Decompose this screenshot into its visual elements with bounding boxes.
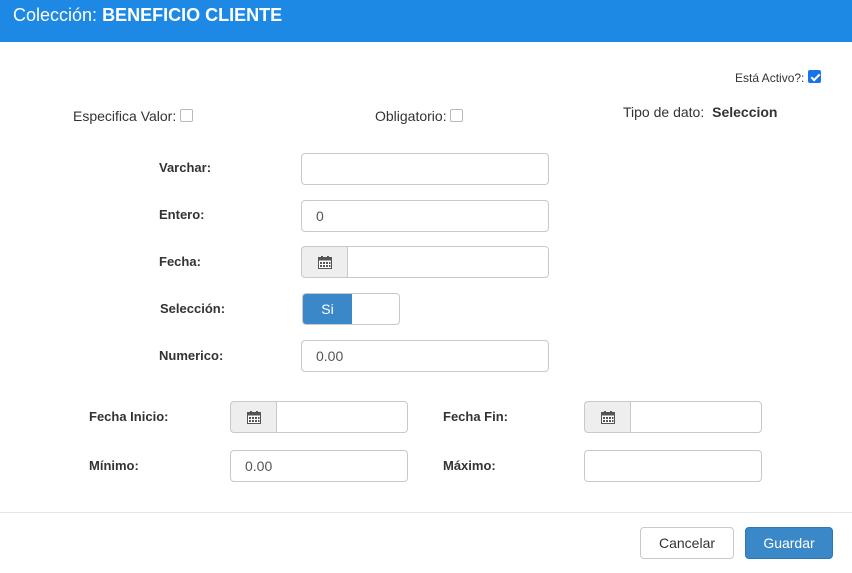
entero-input[interactable]: 0	[301, 200, 549, 232]
calendar-icon	[317, 255, 332, 269]
fecha-label: Fecha:	[159, 254, 201, 269]
seleccion-label: Selección:	[160, 301, 226, 316]
modal-header: Colección: BENEFICIO CLIENTE	[0, 0, 852, 42]
fecha-calendar-button[interactable]	[301, 246, 347, 278]
maximo-input[interactable]	[584, 450, 762, 482]
esta-activo-label: Está Activo?:	[735, 71, 805, 85]
obligatorio-label: Obligatorio:	[375, 108, 447, 124]
tipo-dato-value: Seleccion	[712, 104, 778, 120]
fecha-fin-label: Fecha Fin:	[443, 409, 509, 424]
entero-label: Entero:	[159, 207, 205, 222]
minimo-label: Mínimo:	[89, 458, 139, 473]
footer-divider	[0, 512, 852, 513]
maximo-label: Máximo:	[443, 458, 496, 473]
save-button[interactable]: Guardar	[745, 527, 833, 559]
varchar-input[interactable]	[301, 153, 549, 185]
obligatorio-checkbox[interactable]	[450, 109, 464, 122]
esta-activo-group: Está Activo?:	[735, 70, 821, 85]
fecha-inicio-label: Fecha Inicio:	[89, 409, 169, 424]
modal-title: Colección: BENEFICIO CLIENTE	[13, 5, 282, 26]
fecha-fin-date-picker	[584, 401, 762, 433]
numerico-label: Numerico:	[159, 348, 224, 363]
modal-title-collection-name: BENEFICIO CLIENTE	[102, 5, 283, 25]
fecha-input[interactable]	[347, 246, 549, 278]
calendar-icon	[246, 410, 261, 424]
seleccion-toggle-off[interactable]	[352, 294, 399, 324]
fecha-inicio-date-picker	[230, 401, 408, 433]
especifica-valor-label: Especifica Valor:	[73, 108, 177, 124]
tipo-dato-group: Tipo de dato: Seleccion	[623, 104, 777, 120]
especifica-valor-checkbox[interactable]	[180, 109, 194, 122]
esta-activo-checkbox[interactable]	[807, 70, 821, 83]
tipo-dato-label: Tipo de dato:	[623, 104, 705, 120]
modal-title-prefix: Colección:	[13, 5, 98, 25]
fecha-inicio-input[interactable]	[276, 401, 408, 433]
obligatorio-group: Obligatorio:	[375, 108, 464, 124]
especifica-valor-group: Especifica Valor:	[73, 108, 194, 124]
seleccion-toggle[interactable]: Si	[302, 293, 400, 325]
calendar-icon	[600, 410, 615, 424]
minimo-input[interactable]: 0.00	[230, 450, 408, 482]
fecha-fin-calendar-button[interactable]	[584, 401, 630, 433]
cancel-button[interactable]: Cancelar	[640, 527, 734, 559]
seleccion-toggle-on[interactable]: Si	[303, 294, 352, 324]
numerico-input[interactable]: 0.00	[301, 340, 549, 372]
varchar-label: Varchar:	[159, 160, 212, 175]
fecha-inicio-calendar-button[interactable]	[230, 401, 276, 433]
fecha-date-picker	[301, 246, 549, 278]
fecha-fin-input[interactable]	[630, 401, 762, 433]
